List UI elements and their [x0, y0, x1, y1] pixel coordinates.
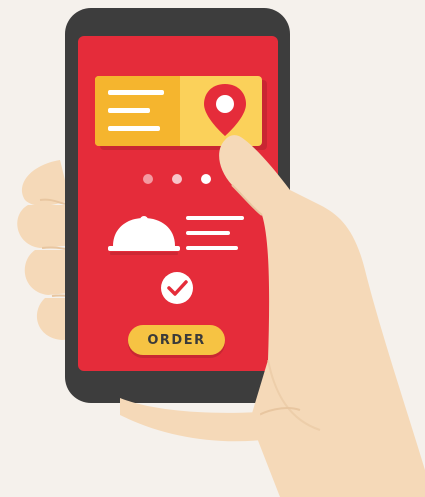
card-text-line — [108, 90, 164, 95]
phone-in-hand-illustration — [17, 8, 425, 497]
carousel-dot-active — [201, 174, 211, 184]
carousel-dot — [172, 174, 182, 184]
order-button[interactable]: ORDER — [128, 325, 225, 355]
check-circle-icon — [161, 272, 193, 304]
carousel-dot — [143, 174, 153, 184]
illustration: ORDER — [0, 0, 425, 497]
card-text-line — [108, 108, 150, 113]
card-text-line — [108, 126, 160, 131]
